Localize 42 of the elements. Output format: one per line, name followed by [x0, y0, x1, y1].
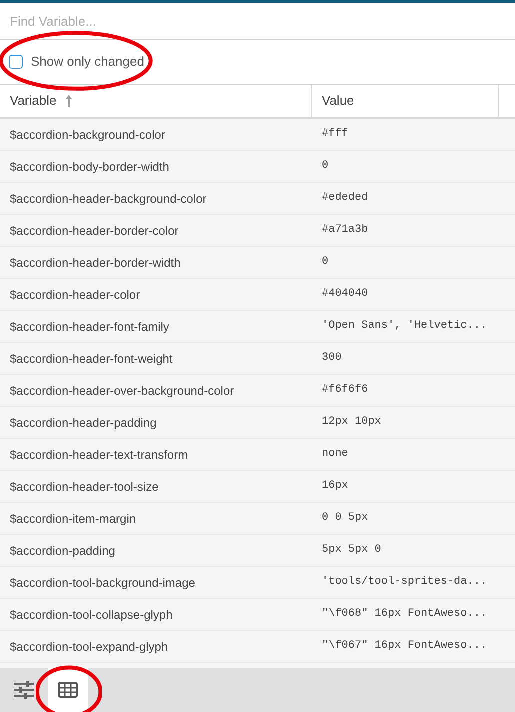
variable-cell-text: $accordion-background-color — [9, 126, 166, 144]
value-cell-text: 5px 5px 0 — [321, 543, 382, 558]
value-cell-text: #404040 — [321, 287, 370, 302]
value-cell-text: #fff — [321, 127, 350, 142]
value-cell-text: 0 — [321, 159, 330, 174]
value-cell-text: 'tools/tool-sprites-da... — [321, 575, 488, 590]
value-cell-text: 12px 10px — [321, 415, 382, 430]
variable-cell-text: $accordion-body-border-width — [9, 158, 170, 176]
value-cell-text: "\f068" 16px FontAweso... — [321, 607, 488, 622]
variable-cell-text: $accordion-header-font-weight — [9, 350, 174, 368]
toolbar-button[interactable] — [48, 668, 88, 712]
table-icon — [58, 682, 78, 698]
sliders-icon — [14, 681, 34, 699]
variable-cell-text: $accordion-header-border-color — [9, 222, 180, 240]
variable-cell-text: $accordion-header-over-background-color — [9, 382, 236, 400]
value-cell-text: 0 — [321, 255, 330, 270]
value-cell-text: #a71a3b — [321, 223, 370, 238]
variable-cell-text: $accordion-header-color — [9, 286, 142, 304]
value-cell-text: 0 0 5px — [321, 511, 370, 526]
variable-cell-text: $accordion-header-tool-size — [9, 478, 160, 496]
value-cell-text: 300 — [321, 351, 343, 366]
value-cell-text: 16px — [321, 479, 350, 494]
variable-cell-text: $accordion-header-background-color — [9, 190, 208, 208]
variable-cell-text: $accordion-header-text-transform — [9, 446, 190, 464]
variable-cell-text: $accordion-header-font-family — [9, 318, 170, 336]
search-field[interactable]: Find Variable... — [0, 3, 515, 40]
column-header[interactable]: Variable — [0, 85, 312, 117]
variable-cell-text: $accordion-padding — [9, 542, 116, 560]
checkbox-label: Show only changed — [31, 53, 144, 72]
variable-cell-text: $accordion-tool-background-image — [9, 574, 196, 592]
value-cell-text: #ededed — [321, 191, 370, 206]
value-cell-text: none — [321, 447, 350, 462]
variable-cell-text: $accordion-tool-expand-glyph — [9, 638, 170, 656]
variable-cell-text: $accordion-tool-collapse-glyph — [9, 606, 174, 624]
value-cell-text: 'Open Sans', 'Helvetic... — [321, 319, 488, 334]
column-header[interactable]: Value — [312, 85, 499, 117]
variable-cell-text: $accordion-header-border-width — [9, 254, 182, 272]
variable-cell-text: $accordion-header-padding — [9, 414, 158, 432]
value-cell-text: #f6f6f6 — [321, 383, 370, 398]
value-cell-text: "\f067" 16px FontAweso... — [321, 639, 488, 654]
checkbox[interactable] — [9, 55, 23, 69]
variable-cell-text: $accordion-item-margin — [9, 510, 138, 528]
